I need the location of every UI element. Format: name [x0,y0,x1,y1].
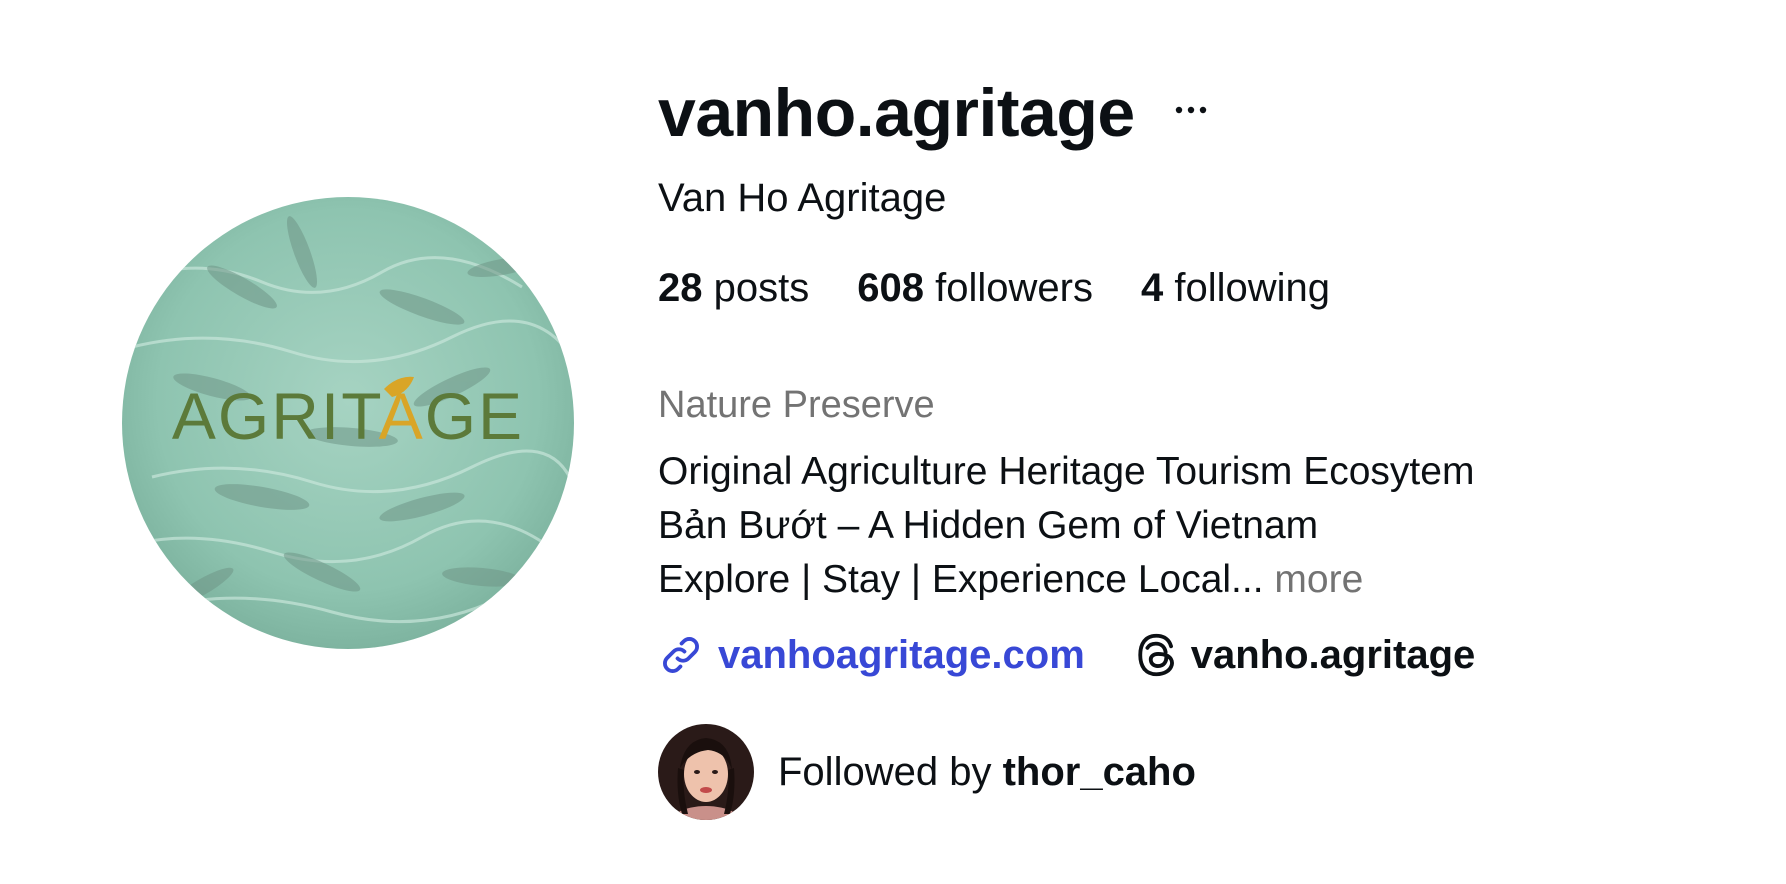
following-count: 4 [1140,266,1164,310]
threads-handle: vanho.agritage [1190,633,1476,677]
profile-avatar[interactable]: AGRITAGE [122,197,574,649]
profile-stats: 28 posts 608 followers 4 following [658,262,1378,314]
bio-line-text: Explore | Stay | Experience Local... [658,558,1264,601]
link-icon [663,637,699,673]
profile-category: Nature Preserve [658,384,935,426]
followers-stat[interactable]: 608 followers [857,262,1093,314]
followers-count: 608 [857,266,924,310]
followed-by-prefix: Followed by [778,749,992,794]
following-label: following [1174,266,1330,310]
profile-bio: Original Agriculture Heritage Tourism Ec… [658,445,1474,607]
bio-line: Original Agriculture Heritage Tourism Ec… [658,450,1475,493]
threads-link[interactable]: vanho.agritage [1135,628,1476,682]
bio-line-last: Explore | Stay | Experience Local... mor… [658,553,1474,607]
threads-icon [1138,633,1174,677]
posts-label: posts [713,266,810,310]
profile-username: vanho.agritage [658,75,1135,151]
follower-avatar-image [658,724,754,820]
profile-full-name: Van Ho Agritage [658,176,947,220]
profile-header: vanho.agritage [658,70,1213,156]
bio-line: Bản Bướt – A Hidden Gem of Vietnam [658,504,1319,547]
posts-count: 28 [658,266,703,310]
following-stat[interactable]: 4 following [1141,262,1330,314]
website-link-text: vanhoagritage.com [718,633,1085,677]
followed-by-username[interactable]: thor_caho [1003,750,1196,795]
bio-more-link[interactable]: more [1274,558,1363,601]
svg-text:AGRITAGE: AGRITAGE [172,379,524,453]
follower-avatar[interactable] [658,724,754,820]
more-horizontal-icon [1175,106,1206,114]
followed-by[interactable]: Followed by thor_caho [658,724,1196,820]
posts-stat[interactable]: 28 posts [658,262,809,314]
profile-links: vanhoagritage.com vanho.agritage [658,628,1475,682]
more-options-button[interactable] [1169,95,1213,125]
website-link[interactable]: vanhoagritage.com [658,628,1085,682]
followers-label: followers [935,266,1093,310]
avatar-image: AGRITAGE [122,197,574,649]
